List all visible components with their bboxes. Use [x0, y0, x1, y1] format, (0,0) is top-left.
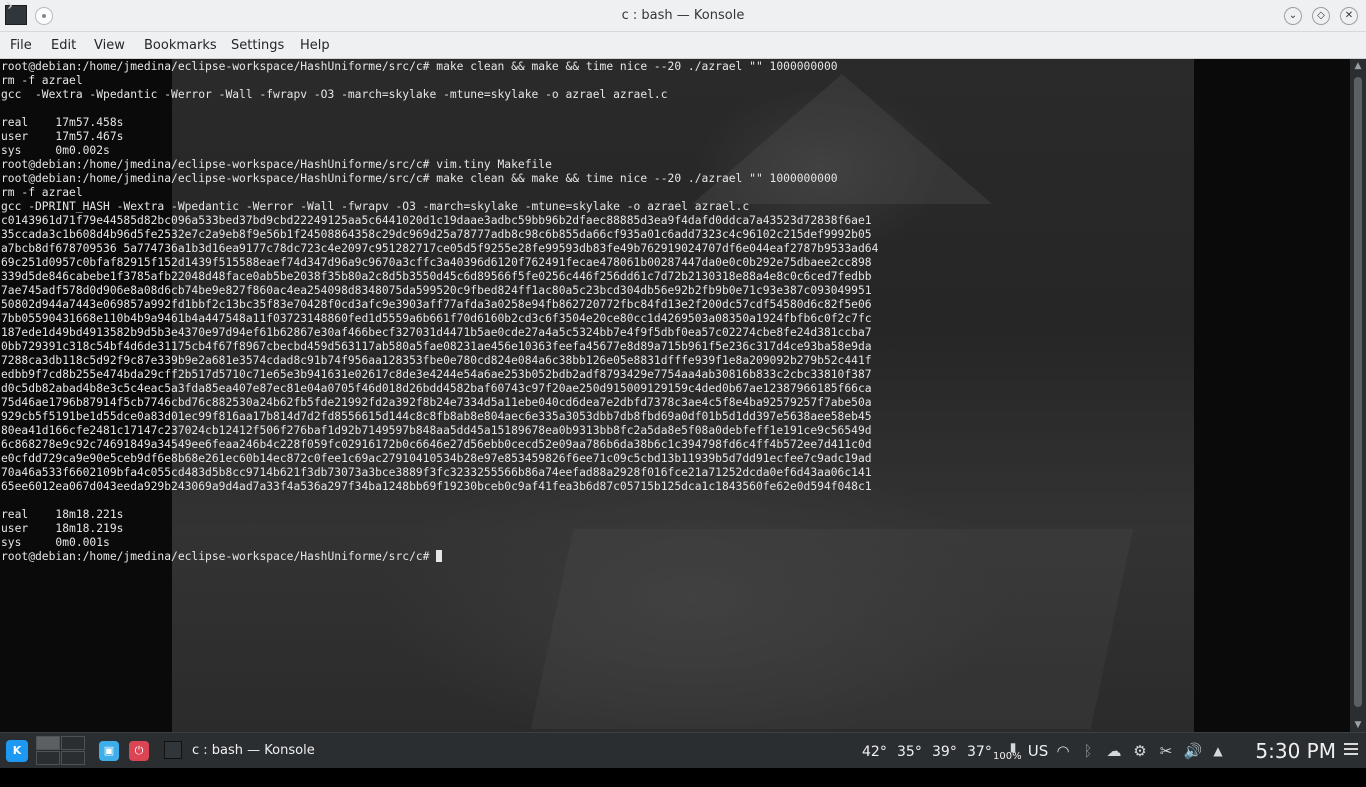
terminal-line: 7ae745adf578d0d906e8a08d6cb74be9e827f860…: [1, 284, 872, 297]
scroll-up-arrow-icon[interactable]: ▲: [1353, 61, 1363, 71]
terminal-line: 187ede1d49bd4913582b9d5b3e4370e97d94ef61…: [1, 326, 872, 339]
menu-bookmarks[interactable]: Bookmarks: [144, 32, 217, 59]
taskbar: K ▣ ⏻ c : bash — Konsole 42° 35° 39° 37°…: [0, 732, 1366, 768]
terminal-line: 80ea41d166cfe2481c17147c237024cb12412f50…: [1, 424, 872, 437]
terminal-icon: [164, 741, 182, 759]
task-label: c : bash — Konsole: [192, 743, 315, 758]
show-hidden-icons-arrow-icon[interactable]: ▲: [1208, 741, 1228, 761]
volume-icon[interactable]: 🔊: [1182, 741, 1204, 761]
temperature-1: 42°: [862, 744, 887, 760]
terminal-cursor: [436, 550, 443, 562]
weather-icon[interactable]: ☁: [1102, 741, 1126, 761]
application-launcher-icon[interactable]: K: [6, 740, 28, 762]
menu-settings[interactable]: Settings: [231, 32, 284, 59]
desktop-4[interactable]: [61, 751, 85, 765]
keyboard-layout[interactable]: US: [1026, 741, 1050, 761]
terminal-line: rm -f azrael: [1, 186, 83, 199]
desktop-1[interactable]: [36, 736, 60, 750]
terminal-line: sys 0m0.001s: [1, 536, 110, 549]
terminal-view[interactable]: root@debian:/home/jmedina/eclipse-worksp…: [0, 59, 1350, 732]
digital-clock[interactable]: 5:30 PM: [1255, 733, 1336, 769]
terminal-line: 50802d944a7443e069857a992fd1bbf2c13bc35f…: [1, 298, 872, 311]
terminal-line: d0c5db82abad4b8e3c5c4eac5a3fda85ea407e87…: [1, 382, 872, 395]
terminal-line: 7288ca3db118c5d92f9c87e339b9e2a681e3574c…: [1, 354, 872, 367]
bluetooth-icon[interactable]: ᛒ: [1078, 741, 1098, 761]
settings-gear-icon[interactable]: ⚙: [1130, 741, 1150, 761]
terminal-output: root@debian:/home/jmedina/eclipse-worksp…: [1, 60, 878, 564]
terminal-line: rm -f azrael: [1, 74, 83, 87]
menu-edit[interactable]: Edit: [51, 32, 76, 59]
menu-help[interactable]: Help: [300, 32, 330, 59]
terminal-line: root@debian:/home/jmedina/eclipse-worksp…: [1, 172, 838, 185]
terminal-line: real 17m57.458s: [1, 116, 124, 129]
menu-view[interactable]: View: [94, 32, 125, 59]
window-title: c : bash — Konsole: [621, 8, 745, 23]
temperature-2: 35°: [897, 744, 922, 760]
terminal-line: user 17m57.467s: [1, 130, 124, 143]
power-icon[interactable]: ⏻: [129, 741, 149, 761]
wifi-icon[interactable]: ◠: [1053, 741, 1073, 761]
terminal-line: root@debian:/home/jmedina/eclipse-worksp…: [1, 158, 552, 171]
taskbar-task-konsole[interactable]: c : bash — Konsole: [160, 736, 315, 766]
temperature-3: 39°: [932, 744, 957, 760]
terminal-line: sys 0m0.002s: [1, 144, 110, 157]
virtual-desktop-pager[interactable]: [36, 736, 86, 766]
terminal-scrollbar[interactable]: ▲ ▼: [1350, 59, 1366, 732]
terminal-line: root@debian:/home/jmedina/eclipse-worksp…: [1, 550, 437, 563]
lock-screen-icon[interactable]: ▣: [99, 741, 119, 761]
terminal-line: 339d5de846cabebe1f3785afb22048d48face0ab…: [1, 270, 872, 283]
terminal-line: 6c868278e9c92c74691849a34549ee6feaa246b4…: [1, 438, 872, 451]
terminal-line: 70a46a533f6602109bfa4c055cd483d5b8cc9714…: [1, 466, 872, 479]
minimize-button[interactable]: ⌄: [1284, 7, 1302, 25]
panel-options-icon[interactable]: [1344, 743, 1358, 757]
maximize-button[interactable]: ◇: [1312, 7, 1330, 25]
scrollbar-thumb[interactable]: [1354, 77, 1362, 707]
terminal-line: root@debian:/home/jmedina/eclipse-worksp…: [1, 60, 838, 73]
terminal-line: a7bcb8df678709536 5a774736a1b3d16ea9177c…: [1, 242, 879, 255]
terminal-line: c0143961d71f79e44585d82bc096a533bed37bd9…: [1, 214, 872, 227]
terminal-line: gcc -Wextra -Wpedantic -Werror -Wall -fw…: [1, 88, 668, 101]
battery-percent: 100%: [993, 751, 1022, 762]
window-titlebar[interactable]: c : bash — Konsole ⌄ ◇ ✕: [0, 0, 1366, 32]
terminal-line: gcc -DPRINT_HASH -Wextra -Wpedantic -Wer…: [1, 200, 750, 213]
desktop-2[interactable]: [61, 736, 85, 750]
menu-file[interactable]: File: [10, 32, 32, 59]
terminal-line: user 18m18.219s: [1, 522, 124, 535]
terminal-line: 65ee6012ea067d043eeda929b243069a9d4ad7a3…: [1, 480, 872, 493]
terminal-line: 69c251d0957c0bfaf82915f152d1439f515588ea…: [1, 256, 872, 269]
menu-bar: File Edit View Bookmarks Settings Help: [0, 32, 1366, 59]
terminal-line: 75d46ae1796b87914f5cb7746cbd76c882530a24…: [1, 396, 872, 409]
terminal-line: 7bb05590431668e110b4b9a9461b4a447548a11f…: [1, 312, 872, 325]
terminal-line: edbb9f7cd8b255e474bda29cff2b517d5710c71e…: [1, 368, 872, 381]
clipboard-scissors-icon[interactable]: ✂: [1156, 741, 1176, 761]
terminal-line: 929cb5f5191be1d55dce0a83d01ec99f816aa17b…: [1, 410, 872, 423]
terminal-line: 0bb729391c318c54bf4d6de31175cb4f67f8967c…: [1, 340, 872, 353]
terminal-line: e0cfdd729ca9e90e5ceb9df6e8b68e261ec60b14…: [1, 452, 872, 465]
scroll-down-arrow-icon[interactable]: ▼: [1353, 720, 1363, 730]
close-button[interactable]: ✕: [1340, 7, 1358, 25]
temperature-4: 37°: [967, 744, 992, 760]
desktop-3[interactable]: [36, 751, 60, 765]
terminal-line: real 18m18.221s: [1, 508, 124, 521]
terminal-line: 35ccada3c1b608d4b96d5fe2532e7c2a9eb8f9e5…: [1, 228, 872, 241]
